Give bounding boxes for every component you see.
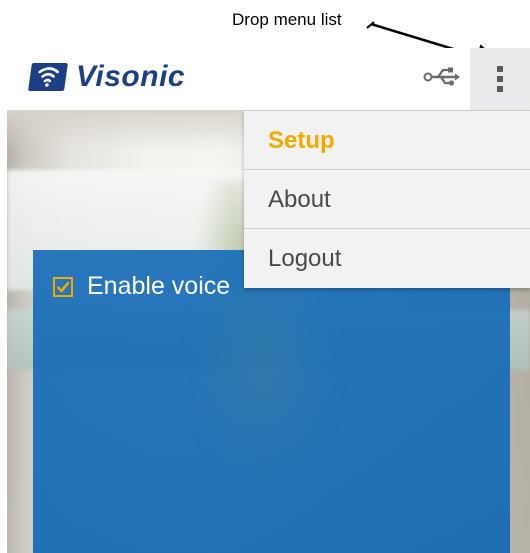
action-bar: Visonic [0, 48, 530, 110]
enable-voice-label: Enable voice [87, 272, 231, 300]
usb-icon [423, 67, 460, 86]
voice-panel: Enable voice [33, 250, 510, 553]
checkbox-checked-icon[interactable] [53, 276, 73, 297]
menu-item-logout[interactable]: Logout [244, 229, 530, 288]
menu-item-about[interactable]: About [244, 170, 530, 229]
menu-item-setup[interactable]: Setup [244, 111, 530, 170]
enable-voice-checkbox-row[interactable]: Enable voice [53, 274, 230, 299]
annotation-label: Drop menu list [232, 10, 342, 29]
overflow-menu-icon [497, 66, 503, 92]
brand-name: Visonic [76, 60, 186, 93]
wifi-signal-icon [28, 63, 68, 91]
brand-logo: Visonic [28, 60, 186, 93]
overflow-menu-button[interactable] [470, 48, 530, 110]
dropdown-menu: Setup About Logout [244, 111, 530, 288]
